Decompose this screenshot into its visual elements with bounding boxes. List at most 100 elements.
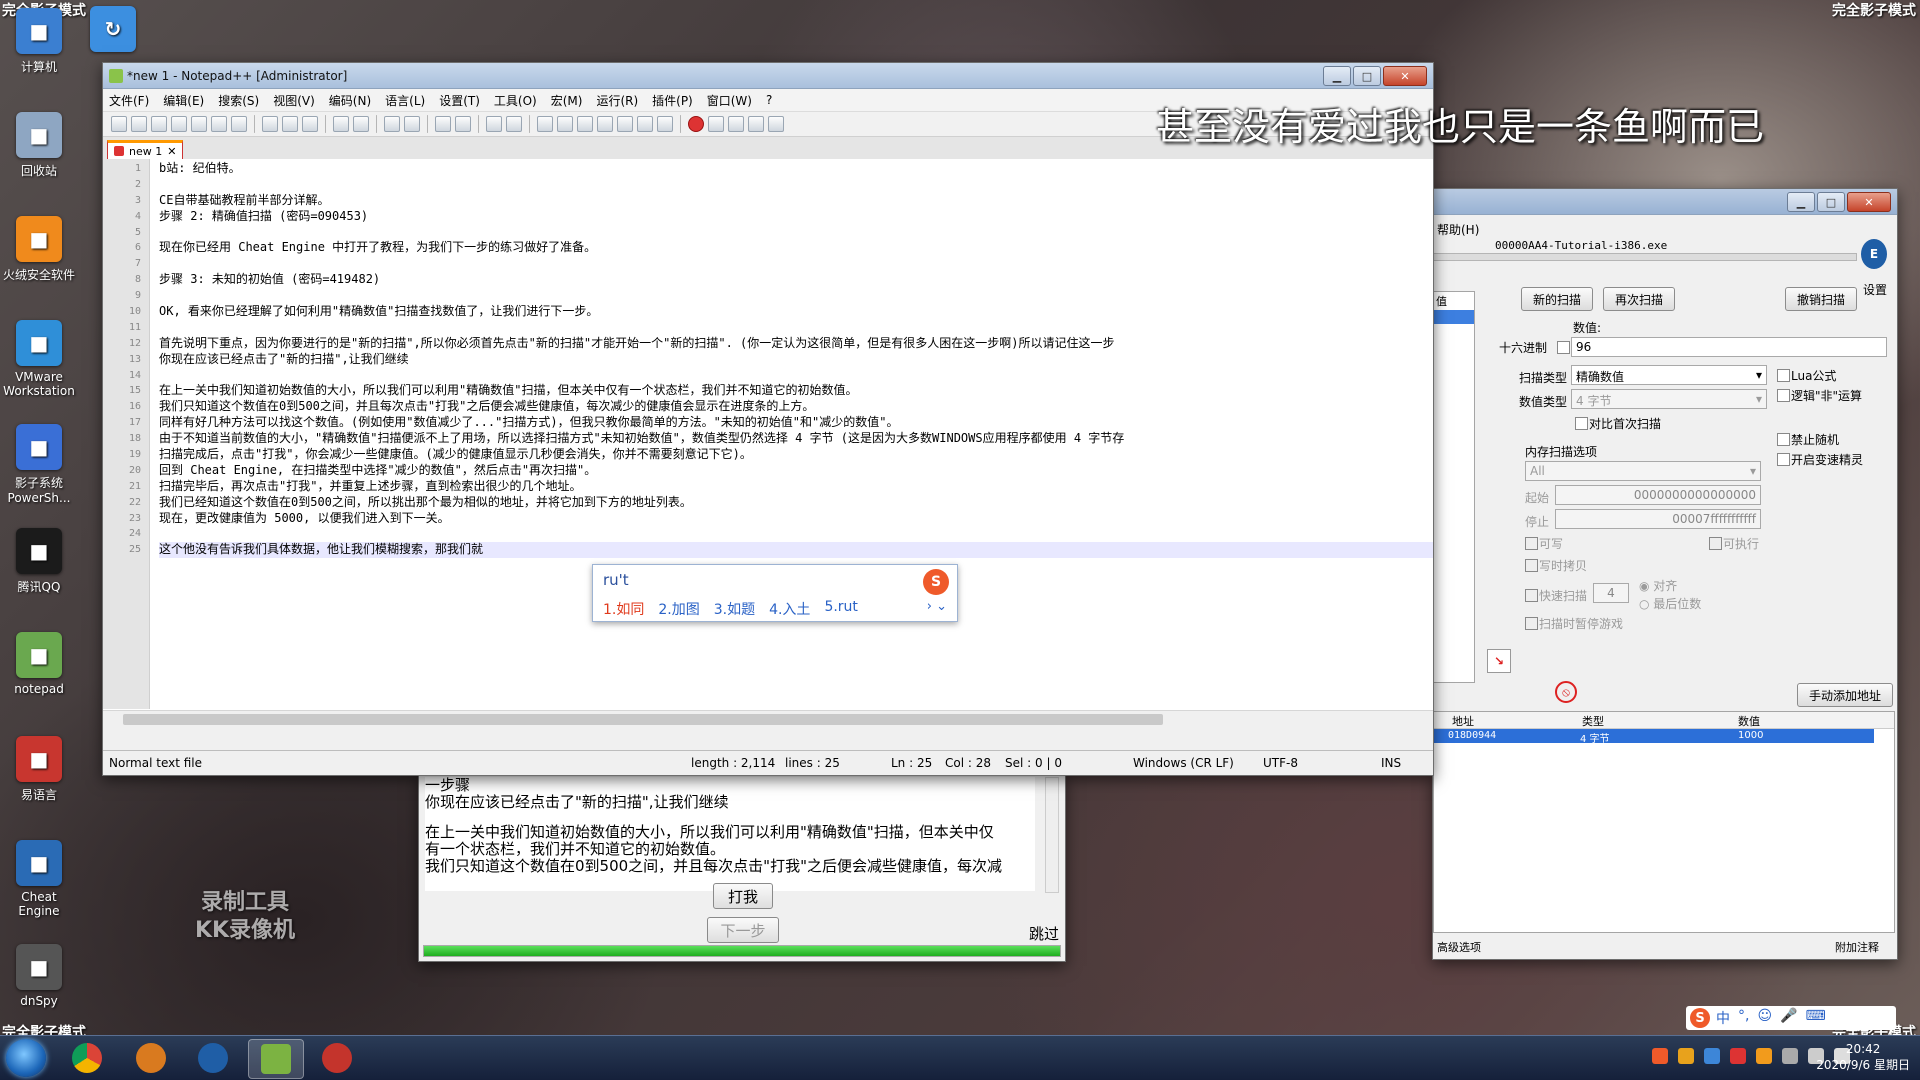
desktop-icon[interactable]: ■ 影子系统 PowerSh... <box>2 424 76 505</box>
desktop-icon[interactable]: ■ 火绒安全软件 <box>2 216 76 283</box>
close-button[interactable]: ✕ <box>1847 192 1891 212</box>
menu-item[interactable]: 设置(T) <box>439 92 480 109</box>
found-list[interactable]: 值 <box>1433 291 1475 683</box>
sync-horizontal-icon[interactable] <box>506 116 522 132</box>
new-scan-button[interactable]: 新的扫描 <box>1521 287 1593 311</box>
redo-icon[interactable] <box>353 116 369 132</box>
menu-item[interactable]: 视图(V) <box>273 92 315 109</box>
desktop-icon[interactable]: ■ Cheat Engine <box>2 840 76 918</box>
minimize-button[interactable]: ▁ <box>1323 66 1351 86</box>
sogou-tray-icon[interactable] <box>1652 1048 1668 1064</box>
word-wrap-icon[interactable] <box>537 116 553 132</box>
value-input[interactable]: 96 <box>1571 337 1887 357</box>
writable-checkbox[interactable] <box>1525 537 1538 550</box>
code-line[interactable]: 扫描完毕后，再次点击"打我"，并重复上述步骤，直到检索出很少的几个地址。 <box>159 479 1433 495</box>
cut-icon[interactable] <box>262 116 278 132</box>
play-macro-icon[interactable] <box>728 116 744 132</box>
pause-game-checkbox[interactable] <box>1525 617 1538 630</box>
folder-workspace-icon[interactable] <box>637 116 653 132</box>
ime-candidate[interactable]: 2.加图 <box>658 599 699 619</box>
executable-checkbox[interactable] <box>1709 537 1722 550</box>
shield-icon[interactable] <box>1756 1048 1772 1064</box>
compare-first-checkbox[interactable] <box>1575 417 1588 430</box>
lua-checkbox[interactable] <box>1777 369 1790 382</box>
manual-add-address-button[interactable]: 手动添加地址 <box>1797 683 1893 707</box>
zoom-out-icon[interactable] <box>455 116 471 132</box>
code-line[interactable]: 由于不知道当前数值的大小，"精确数值"扫描便派不上了用场，所以选择扫描方式"未知… <box>159 431 1433 447</box>
logic-not-checkbox[interactable] <box>1777 389 1790 402</box>
scrollbar-thumb[interactable] <box>123 714 1163 725</box>
code-line[interactable] <box>159 368 1433 384</box>
close-all-icon[interactable] <box>211 116 227 132</box>
tutorial-scrollbar[interactable] <box>1045 777 1059 893</box>
code-line[interactable]: b站: 纪伯特。 <box>159 161 1433 177</box>
code-line[interactable]: 现在你已经用 Cheat Engine 中打开了教程，为我们下一步的练习做好了准… <box>159 240 1433 256</box>
minimize-button[interactable]: ▁ <box>1787 192 1815 212</box>
code-line[interactable]: 回到 Cheat Engine, 在扫描类型中选择"减少的数值"，然后点击"再次… <box>159 463 1433 479</box>
ime-candidate[interactable]: 5.rut <box>824 599 857 619</box>
save-all-icon[interactable] <box>171 116 187 132</box>
find-icon[interactable] <box>384 116 400 132</box>
desktop-icon[interactable]: ■ 易语言 <box>2 736 76 803</box>
taskbar-notepad[interactable] <box>248 1039 304 1079</box>
ime-status-bar[interactable]: S 中 °, ☺ 🎤 ⌨ <box>1686 1006 1896 1030</box>
code-line[interactable] <box>159 256 1433 272</box>
save-icon[interactable] <box>151 116 167 132</box>
code-line[interactable] <box>159 526 1433 542</box>
clock[interactable]: 20:42 2020/9/6 星期日 <box>1816 1041 1910 1073</box>
copy-on-write-checkbox[interactable] <box>1525 559 1538 572</box>
code-line[interactable]: 步骤 2: 精确值扫描 (密码=090453) <box>159 209 1433 225</box>
monitoring-icon[interactable] <box>657 116 673 132</box>
code-line[interactable]: 步骤 3: 未知的初始值 (密码=419482) <box>159 272 1433 288</box>
start-button[interactable] <box>6 1039 46 1077</box>
code-line[interactable]: 同样有好几种方法可以找这个数值。(例如使用"数值减少了..."扫描方式)，但我只… <box>159 415 1433 431</box>
ime-candidate[interactable]: 3.如题 <box>714 599 755 619</box>
next-scan-button[interactable]: 再次扫描 <box>1603 287 1675 311</box>
menu-item[interactable]: 工具(O) <box>494 92 537 109</box>
ime-page-arrows[interactable]: › ⌄ <box>927 599 947 614</box>
code-line[interactable] <box>159 288 1433 304</box>
code-line[interactable]: 我们只知道这个数值在0到500之间，并且每次点击"打我"之后便会减些健康值，每次… <box>159 399 1433 415</box>
ime-candidate[interactable]: 4.入土 <box>769 599 810 619</box>
code-text[interactable]: b站: 纪伯特。 CE自带基础教程前半部分详解。 步骤 2: 精确值扫描 (密码=0… <box>159 161 1433 559</box>
undo-scan-button[interactable]: 撤销扫描 <box>1785 287 1857 311</box>
ime-bar-item[interactable]: 🎤 <box>1780 1008 1797 1028</box>
code-line[interactable]: 这个他没有告诉我们具体数据，他让我们模糊搜索，那我们就 <box>159 542 1433 559</box>
memory-region-select[interactable]: All ▾ <box>1525 461 1761 481</box>
close-file-icon[interactable] <box>191 116 207 132</box>
code-line[interactable]: CE自带基础教程前半部分详解。 <box>159 193 1433 209</box>
no-random-checkbox[interactable] <box>1777 433 1790 446</box>
cheat-engine-logo-icon[interactable]: E <box>1861 239 1887 269</box>
scan-type-select[interactable]: 精确数值 ▾ <box>1571 365 1767 385</box>
code-line[interactable] <box>159 225 1433 241</box>
menu-item[interactable]: 宏(M) <box>551 92 583 109</box>
menu-item[interactable]: 窗口(W) <box>707 92 752 109</box>
ime-candidate[interactable]: 1.如同 <box>603 599 644 619</box>
menu-item[interactable]: 运行(R) <box>596 92 638 109</box>
run-macro-multiple-icon[interactable] <box>748 116 764 132</box>
print-icon[interactable] <box>231 116 247 132</box>
editor-area[interactable]: 1 2 3 4 5 6 7 8 9 10 11 12 13 14 15 16 17 18 19 20 21 22 23 24 2… <box>103 159 1433 729</box>
ime-bar-item[interactable]: ⌨ <box>1806 1008 1826 1028</box>
value-type-select[interactable]: 4 字节 ▾ <box>1571 389 1767 409</box>
zoom-in-icon[interactable] <box>435 116 451 132</box>
hit-me-button[interactable]: 打我 <box>713 883 773 909</box>
comments-link[interactable]: 附加注释 <box>1835 939 1879 955</box>
code-line[interactable]: 我们已经知道这个数值在0到500之间，所以挑出那个最为相似的地址，并将它加到下方… <box>159 495 1433 511</box>
align-radio[interactable]: ◉ 对齐 <box>1639 577 1677 594</box>
menu-item[interactable]: 语言(L) <box>385 92 425 109</box>
address-list-row[interactable]: 018D0944 4 字节 1000 <box>1434 729 1874 745</box>
taskbar-cheat-engine-tutorial[interactable] <box>310 1039 364 1077</box>
tab-new-1[interactable]: new 1 ✕ <box>107 140 184 159</box>
function-list-icon[interactable] <box>617 116 633 132</box>
menu-item[interactable]: 编码(N) <box>329 92 371 109</box>
add-address-arrow-icon[interactable]: ↘ <box>1487 649 1511 673</box>
replace-icon[interactable] <box>404 116 420 132</box>
tray-app-icon[interactable] <box>1730 1048 1746 1064</box>
last-digits-radio[interactable]: ○ 最后位数 <box>1639 595 1701 612</box>
desktop-icon[interactable]: ■ VMware Workstation <box>2 320 76 398</box>
code-line[interactable] <box>159 320 1433 336</box>
ime-bar-item[interactable]: °, <box>1738 1008 1749 1028</box>
open-file-icon[interactable] <box>131 116 147 132</box>
desktop-icon[interactable]: ■ 计算机 <box>2 8 76 75</box>
